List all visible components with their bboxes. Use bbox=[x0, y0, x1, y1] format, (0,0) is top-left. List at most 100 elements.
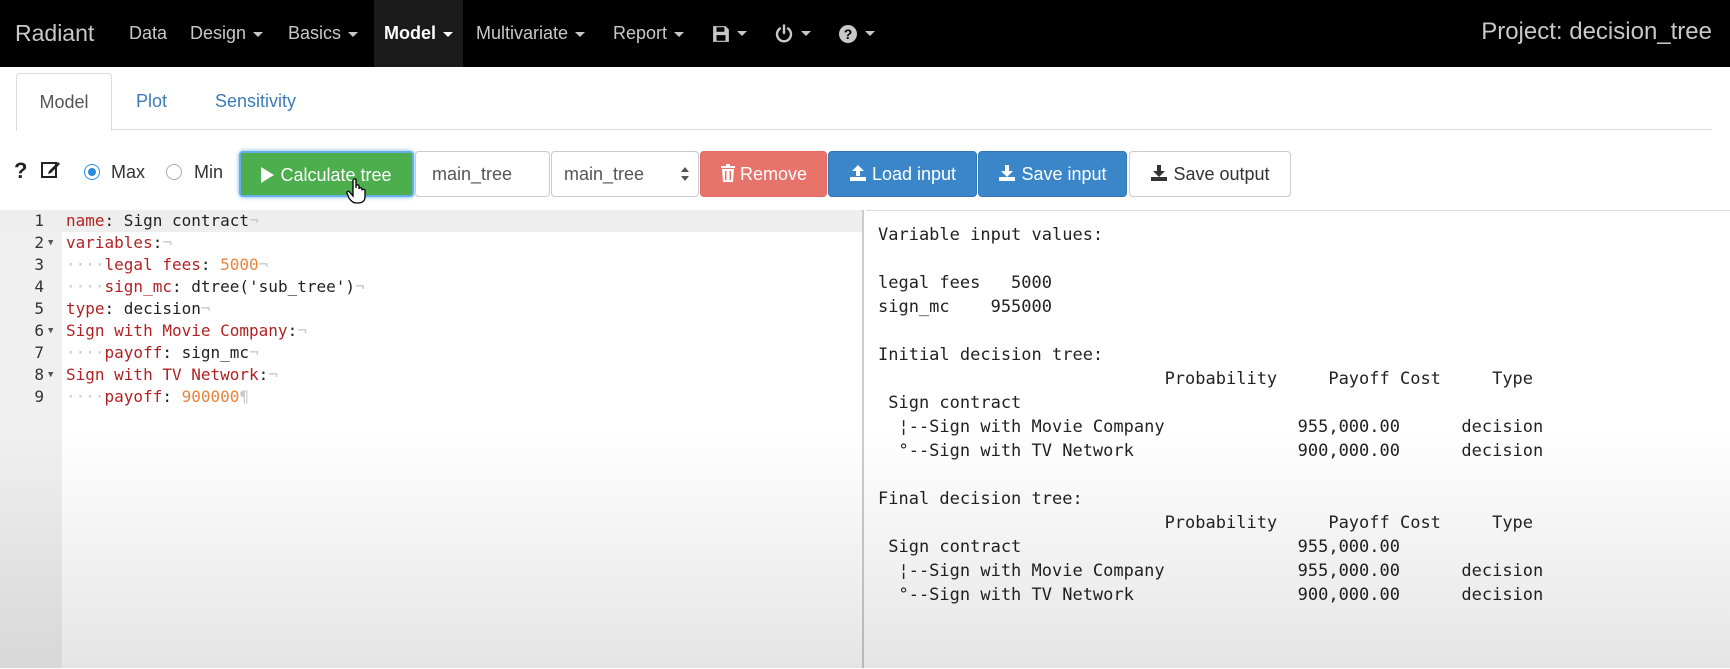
output-line: °--Sign with TV Network 900,000.00 decis… bbox=[878, 585, 1544, 605]
code-text: ····legal fees: 5000¬ bbox=[66, 255, 269, 274]
output-line: Initial decision tree: bbox=[878, 345, 1104, 365]
line-number: 7 bbox=[34, 343, 44, 362]
save-output-label: Save output bbox=[1173, 164, 1270, 184]
nav-data[interactable]: Data bbox=[129, 0, 167, 67]
select-arrows-icon bbox=[681, 167, 689, 181]
output-line: Probability Payoff Cost Type bbox=[878, 513, 1534, 533]
nav-save-menu[interactable] bbox=[712, 0, 747, 67]
line-number: 3 bbox=[34, 255, 44, 274]
yaml-editor[interactable]: 1 name: Sign contract¬ 2 ▼ variables:¬ 3 ····l… bbox=[0, 210, 862, 668]
trash-icon bbox=[720, 164, 735, 182]
tab-plot[interactable]: Plot bbox=[136, 73, 167, 129]
output-line: Final decision tree: bbox=[878, 489, 1083, 509]
nav-report-label: Report bbox=[613, 23, 668, 43]
model-tabs: Model Plot Sensitivity bbox=[16, 73, 1712, 131]
line-number: 8 bbox=[34, 365, 44, 384]
save-output-button[interactable]: Save output bbox=[1129, 151, 1291, 197]
save-input-button[interactable]: Save input bbox=[978, 151, 1127, 197]
hand-cursor-icon bbox=[346, 178, 366, 204]
code-line[interactable]: 4 ····sign_mc: dtree('sub_tree')¬ bbox=[0, 276, 862, 298]
nav-model[interactable]: Model bbox=[374, 0, 463, 67]
nav-design[interactable]: Design bbox=[190, 0, 264, 67]
nav-model-label: Model bbox=[384, 23, 436, 43]
nav-power-menu[interactable] bbox=[774, 0, 811, 67]
code-line[interactable]: 9 ····payoff: 900000¶ bbox=[0, 386, 862, 408]
app-brand[interactable]: Radiant bbox=[15, 0, 94, 67]
code-line[interactable]: 8 ▼ Sign with TV Network:¬ bbox=[0, 364, 862, 386]
fold-arrow-icon[interactable]: ▼ bbox=[48, 364, 53, 386]
code-text: name: Sign contract¬ bbox=[66, 211, 259, 230]
tree-select-value: main_tree bbox=[564, 164, 645, 184]
remove-button[interactable]: Remove bbox=[700, 151, 827, 197]
play-icon bbox=[261, 167, 275, 183]
code-line[interactable]: 2 ▼ variables:¬ bbox=[0, 232, 862, 254]
nav-report[interactable]: Report bbox=[613, 0, 685, 67]
output-line: Sign contract bbox=[878, 393, 1022, 413]
edit-icon[interactable] bbox=[40, 158, 62, 185]
fold-arrow-icon[interactable]: ▼ bbox=[48, 232, 53, 254]
caret-down-icon bbox=[348, 31, 359, 37]
tree-output: Variable input values: legal fees 5000 sig… bbox=[866, 210, 1730, 669]
save-icon bbox=[713, 25, 729, 42]
code-text: ····payoff: 900000¶ bbox=[66, 387, 250, 406]
output-line: ¦--Sign with Movie Company 955,000.00 de… bbox=[878, 561, 1544, 581]
fold-arrow-icon[interactable]: ▼ bbox=[48, 320, 53, 342]
nav-help-menu[interactable]: ? bbox=[838, 0, 875, 67]
upload-icon bbox=[849, 165, 866, 181]
nav-design-label: Design bbox=[190, 23, 247, 43]
code-text: type: decision¬ bbox=[66, 299, 211, 318]
output-line: Probability Payoff Cost Type bbox=[878, 369, 1534, 389]
output-line: ¦--Sign with Movie Company 955,000.00 de… bbox=[878, 417, 1544, 437]
help-icon[interactable]: ? bbox=[14, 158, 27, 184]
radio-max[interactable] bbox=[84, 164, 100, 180]
panel-divider[interactable] bbox=[862, 210, 864, 668]
code-text: ····sign_mc: dtree('sub_tree')¬ bbox=[66, 277, 365, 296]
code-text: Sign with TV Network:¬ bbox=[66, 365, 278, 384]
tab-sensitivity[interactable]: Sensitivity bbox=[215, 73, 296, 129]
load-input-button[interactable]: Load input bbox=[828, 151, 977, 197]
caret-down-icon bbox=[575, 31, 586, 37]
nav-multivariate-label: Multivariate bbox=[476, 23, 569, 43]
code-text: variables:¬ bbox=[66, 233, 172, 252]
caret-down-icon bbox=[253, 31, 264, 37]
code-line[interactable]: 7 ····payoff: sign_mc¬ bbox=[0, 342, 862, 364]
download-icon bbox=[999, 165, 1016, 181]
svg-text:?: ? bbox=[844, 26, 853, 42]
radio-min-label[interactable]: Min bbox=[194, 162, 223, 183]
save-input-label: Save input bbox=[1021, 164, 1107, 184]
line-number: 1 bbox=[34, 211, 44, 230]
nav-basics-label: Basics bbox=[288, 23, 342, 43]
line-number: 4 bbox=[34, 277, 44, 296]
load-input-label: Load input bbox=[871, 164, 957, 184]
output-line: Variable input values: bbox=[878, 225, 1104, 245]
radio-min[interactable] bbox=[166, 164, 182, 180]
code-line[interactable]: 5 type: decision¬ bbox=[0, 298, 862, 320]
caret-down-icon bbox=[801, 31, 811, 37]
tree-select[interactable]: main_tree bbox=[551, 151, 699, 197]
code-text: Sign with Movie Company:¬ bbox=[66, 321, 307, 340]
line-number: 2 bbox=[34, 233, 44, 252]
remove-label: Remove bbox=[739, 164, 808, 184]
nav-multivariate[interactable]: Multivariate bbox=[476, 0, 586, 67]
tree-name-input[interactable]: main_tree bbox=[415, 151, 550, 197]
caret-down-icon bbox=[443, 31, 453, 37]
project-title: Project: decision_tree bbox=[1481, 18, 1712, 45]
top-navbar: Radiant Data Design Basics Model Multiva… bbox=[0, 0, 1730, 67]
calculate-tree-button[interactable]: Calculate tree bbox=[239, 151, 414, 197]
code-text: ····payoff: sign_mc¬ bbox=[66, 343, 259, 362]
help-circle-icon: ? bbox=[839, 24, 857, 43]
nav-basics[interactable]: Basics bbox=[288, 0, 359, 67]
download-icon bbox=[1151, 165, 1168, 181]
code-line[interactable]: 3 ····legal fees: 5000¬ bbox=[0, 254, 862, 276]
output-line: sign_mc 955000 bbox=[878, 297, 1052, 317]
caret-down-icon bbox=[674, 31, 685, 37]
nav-data-label: Data bbox=[129, 23, 168, 43]
code-line[interactable]: 6 ▼ Sign with Movie Company:¬ bbox=[0, 320, 862, 342]
tab-model[interactable]: Model bbox=[16, 73, 112, 131]
caret-down-icon bbox=[865, 31, 875, 37]
line-number: 5 bbox=[34, 299, 44, 318]
caret-down-icon bbox=[737, 31, 747, 37]
code-line[interactable]: 1 name: Sign contract¬ bbox=[0, 210, 862, 232]
output-line: °--Sign with TV Network 900,000.00 decis… bbox=[878, 441, 1544, 461]
radio-max-label[interactable]: Max bbox=[111, 162, 145, 183]
